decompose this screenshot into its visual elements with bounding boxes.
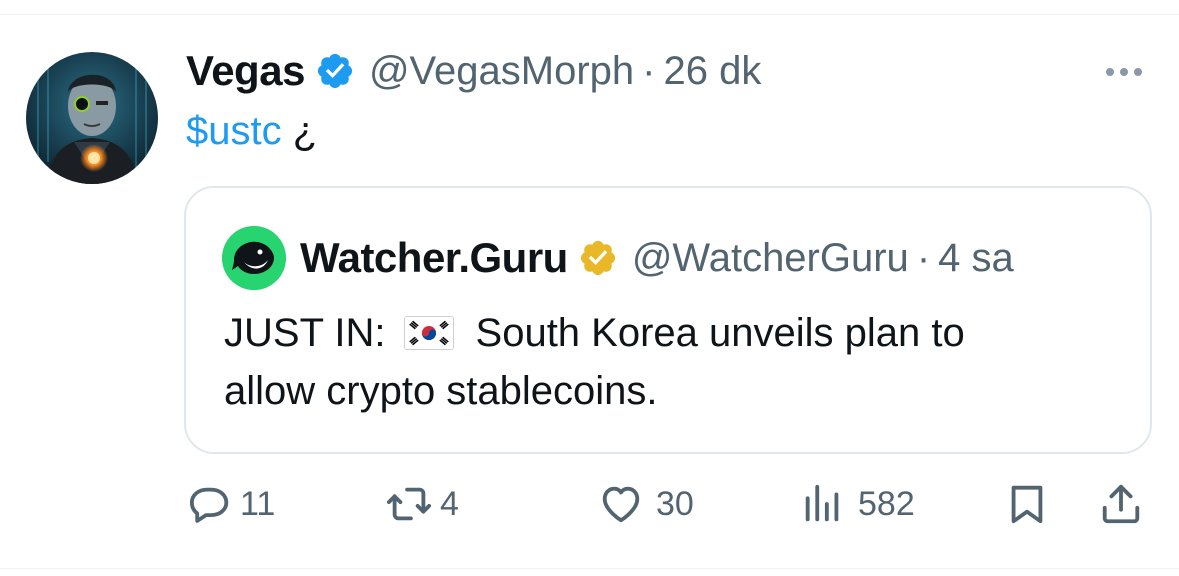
views-button[interactable]: 582 bbox=[800, 474, 915, 534]
quoted-tweet-timestamp[interactable]: 4 sa bbox=[938, 236, 1014, 281]
bottom-divider bbox=[0, 568, 1179, 569]
retweet-count: 4 bbox=[440, 484, 459, 523]
tweet-text-rest: ¿ bbox=[281, 109, 318, 153]
quoted-text-line-2: allow crypto stablecoins. bbox=[224, 362, 1124, 420]
reply-count: 11 bbox=[240, 484, 276, 523]
like-button[interactable]: 30 bbox=[598, 474, 694, 534]
author-display-name[interactable]: Vegas bbox=[186, 47, 305, 95]
tweet-action-bar: 11 4 30 582 bbox=[0, 474, 1179, 534]
reply-button[interactable]: 11 bbox=[188, 474, 275, 534]
verified-badge-icon[interactable] bbox=[315, 51, 355, 91]
share-icon bbox=[1102, 484, 1140, 524]
separator-dot: · bbox=[642, 48, 656, 93]
quoted-separator-dot: · bbox=[916, 235, 931, 280]
quoted-tweet-card[interactable]: Watcher.Guru @WatcherGuru · 4 sa JUST IN… bbox=[184, 186, 1152, 454]
gold-verified-badge-icon[interactable] bbox=[578, 238, 618, 278]
views-chart-icon bbox=[805, 484, 839, 522]
quoted-tweet-header: Watcher.Guru @WatcherGuru · 4 sa bbox=[300, 230, 1014, 286]
quoted-author-handle[interactable]: @WatcherGuru bbox=[632, 236, 909, 281]
quoted-author-avatar[interactable] bbox=[222, 226, 286, 290]
quoted-text-headline: South Korea unveils plan to bbox=[475, 311, 965, 355]
top-divider bbox=[0, 14, 1179, 15]
tweet-header: Vegas @VegasMorph · 26 dk bbox=[186, 44, 761, 98]
retweet-button[interactable]: 4 bbox=[386, 474, 459, 534]
quoted-tweet-text: JUST IN: South Korea unveils plan to all… bbox=[224, 304, 1124, 420]
avatar-portrait-icon bbox=[26, 52, 158, 184]
quoted-text-prefix: JUST IN: bbox=[224, 311, 386, 355]
south-korea-flag-icon bbox=[403, 316, 454, 350]
quoted-text-line-1: JUST IN: South Korea unveils plan to bbox=[224, 304, 1124, 362]
views-count: 582 bbox=[858, 484, 915, 523]
retweet-icon bbox=[386, 487, 432, 521]
quoted-author-display-name[interactable]: Watcher.Guru bbox=[300, 234, 568, 282]
author-handle[interactable]: @VegasMorph bbox=[369, 49, 634, 94]
reply-icon bbox=[189, 487, 229, 523]
bookmark-button[interactable] bbox=[1004, 474, 1050, 534]
tweet-timestamp[interactable]: 26 dk bbox=[663, 49, 761, 94]
cashtag-link[interactable]: $ustc bbox=[186, 109, 282, 153]
whale-logo-icon bbox=[222, 226, 286, 290]
heart-icon bbox=[602, 486, 640, 523]
share-button[interactable] bbox=[1098, 474, 1144, 534]
quoted-text-continuation: allow crypto stablecoins. bbox=[224, 369, 658, 413]
tweet-text: $ustc ¿ bbox=[186, 104, 317, 158]
author-avatar[interactable] bbox=[26, 52, 158, 184]
bookmark-icon bbox=[1011, 485, 1043, 524]
like-count: 30 bbox=[656, 484, 694, 523]
more-horizontal-icon[interactable] bbox=[1100, 56, 1148, 88]
